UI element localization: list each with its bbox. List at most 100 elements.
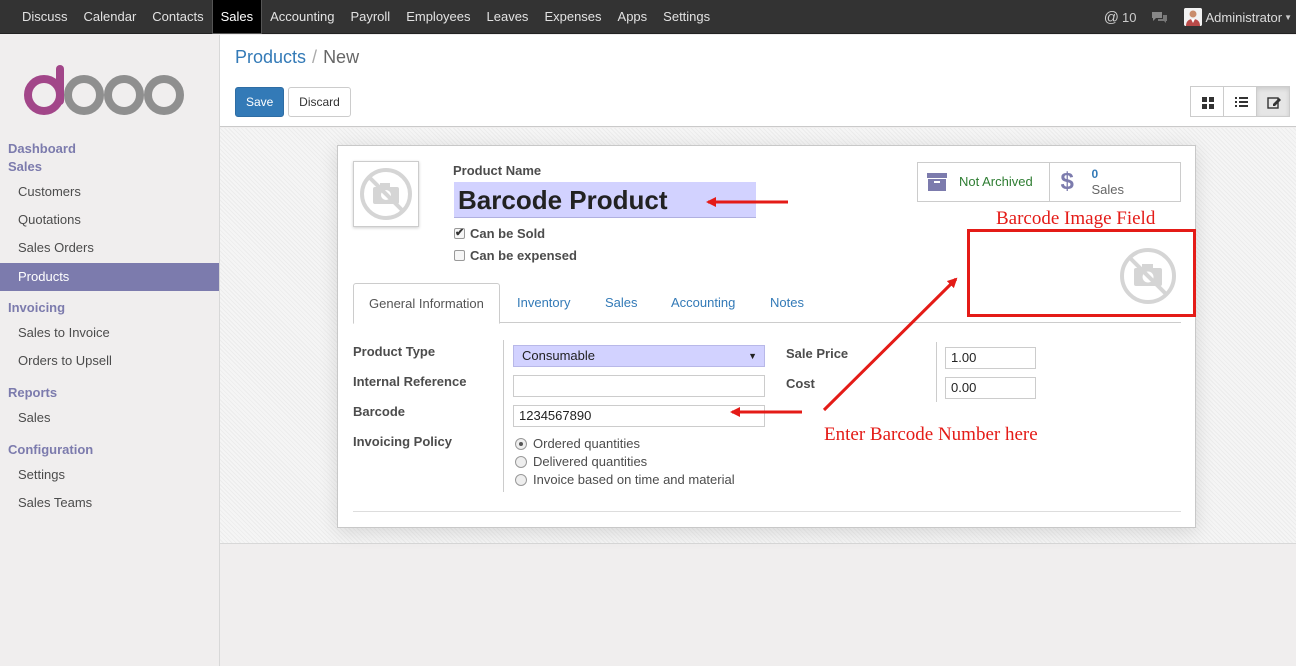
sale-price-label: Sale Price — [786, 346, 849, 361]
grid-icon — [1202, 97, 1214, 109]
can-be-sold-label: Can be Sold — [470, 226, 546, 241]
archive-status: Not Archived — [959, 174, 1033, 189]
product-name-label: Product Name — [453, 163, 542, 178]
radio-delivered-label: Delivered quantities — [533, 454, 648, 469]
menu-calendar[interactable]: Calendar — [76, 0, 145, 34]
no-camera-icon — [1120, 248, 1176, 304]
barcode-label: Barcode — [353, 404, 406, 419]
menu-sales[interactable]: Sales — [211, 0, 263, 34]
form-sheet: Product Name Barcode Product Can be Sold… — [337, 145, 1196, 528]
sidebar-dashboard[interactable]: Dashboard — [8, 141, 76, 156]
caret-down-icon[interactable]: ▼ — [1284, 13, 1292, 22]
product-name-input[interactable]: Barcode Product — [454, 182, 756, 218]
sidebar-item-sales-orders[interactable]: Sales Orders — [0, 234, 219, 262]
can-be-expensed-label: Can be expensed — [470, 248, 577, 263]
archive-button[interactable]: Not Archived — [918, 163, 1050, 201]
mentions-indicator[interactable]: @ 10 — [1104, 9, 1137, 26]
sidebar-section-reports: Reports — [8, 385, 58, 400]
menu-accounting[interactable]: Accounting — [262, 0, 342, 34]
mentions-count: 10 — [1122, 9, 1137, 25]
sidebar-item-products[interactable]: Products — [0, 263, 219, 291]
cost-label: Cost — [786, 376, 815, 391]
save-button[interactable]: Save — [235, 87, 284, 117]
discard-button[interactable]: Discard — [288, 87, 351, 117]
tab-sales[interactable]: Sales — [590, 283, 653, 324]
sidebar: Dashboard Sales Customers Quotations Sal… — [0, 35, 220, 666]
tab-inventory[interactable]: Inventory — [502, 283, 585, 324]
invoicing-option-time-material[interactable]: Invoice based on time and material — [515, 472, 735, 487]
can-be-sold-field[interactable]: Can be Sold — [454, 226, 545, 241]
sale-price-input[interactable]: 1.00 — [945, 347, 1036, 369]
user-name[interactable]: Administrator — [1206, 10, 1283, 25]
invoicing-policy-label: Invoicing Policy — [353, 434, 452, 449]
kanban-view-button[interactable] — [1190, 86, 1224, 117]
sidebar-section-invoicing: Invoicing — [8, 300, 66, 315]
sales-count: 0 — [1091, 167, 1099, 181]
sidebar-item-sales-teams[interactable]: Sales Teams — [0, 489, 219, 517]
can-be-expensed-field[interactable]: Can be expensed — [454, 248, 577, 263]
user-avatar[interactable] — [1183, 8, 1202, 26]
sidebar-item-reports-sales[interactable]: Sales — [0, 404, 219, 432]
tab-notes[interactable]: Notes — [755, 283, 819, 324]
smart-buttons: Not Archived $ 0 Sales — [917, 162, 1181, 202]
radio-ordered[interactable] — [515, 437, 527, 450]
can-be-sold-checkbox[interactable] — [454, 226, 465, 239]
view-switcher — [1190, 86, 1290, 117]
invoicing-option-ordered[interactable]: Ordered quantities — [515, 436, 640, 451]
sidebar-section-configuration: Configuration — [8, 442, 94, 457]
breadcrumb: Products / New — [235, 47, 359, 68]
can-be-expensed-checkbox[interactable] — [454, 250, 465, 261]
product-type-select[interactable]: Consumable ▼ — [513, 345, 765, 367]
sheet-footer-divider — [353, 511, 1181, 512]
sidebar-item-orders-to-upsell[interactable]: Orders to Upsell — [0, 347, 219, 375]
barcode-image-field[interactable] — [967, 229, 1196, 317]
menu-leaves[interactable]: Leaves — [479, 0, 537, 34]
price-divider — [936, 342, 937, 402]
sidebar-item-quotations[interactable]: Quotations — [0, 206, 219, 234]
breadcrumb-separator: / — [312, 47, 318, 67]
odoo-logo — [24, 65, 184, 115]
sales-count-button[interactable]: $ 0 Sales — [1050, 163, 1181, 201]
edit-icon — [1267, 97, 1281, 109]
sidebar-item-customers[interactable]: Customers — [0, 178, 219, 206]
invoicing-option-delivered[interactable]: Delivered quantities — [515, 454, 647, 469]
list-icon — [1235, 97, 1248, 107]
list-view-button[interactable] — [1223, 86, 1257, 117]
dollar-icon: $ — [1060, 168, 1074, 195]
menu-expenses[interactable]: Expenses — [536, 0, 609, 34]
control-panel: Products / New Save Discard — [220, 35, 1296, 127]
chat-icon[interactable] — [1151, 11, 1168, 23]
breadcrumb-current: New — [323, 47, 360, 67]
breadcrumb-products[interactable]: Products — [235, 47, 306, 67]
no-camera-icon — [360, 168, 412, 220]
sidebar-item-sales-to-invoice[interactable]: Sales to Invoice — [0, 319, 219, 347]
sales-count-label: Sales — [1091, 182, 1125, 197]
menu-employees[interactable]: Employees — [398, 0, 478, 34]
menu-payroll[interactable]: Payroll — [342, 0, 398, 34]
menu-contacts[interactable]: Contacts — [144, 0, 211, 34]
radio-delivered[interactable] — [515, 455, 527, 468]
page-bottom — [220, 545, 1296, 666]
tab-general-information[interactable]: General Information — [353, 283, 500, 324]
menu-apps[interactable]: Apps — [610, 0, 656, 34]
label-divider — [503, 340, 504, 492]
radio-ordered-label: Ordered quantities — [533, 436, 640, 451]
sidebar-item-settings[interactable]: Settings — [0, 461, 219, 489]
internal-reference-input[interactable] — [513, 375, 765, 397]
tab-accounting[interactable]: Accounting — [656, 283, 750, 324]
top-navbar: Discuss Calendar Contacts Sales Accounti… — [0, 0, 1296, 34]
product-type-value: Consumable — [522, 348, 595, 363]
systray: @ 10 Administrator ▼ — [1104, 0, 1296, 34]
cost-input[interactable]: 0.00 — [945, 377, 1036, 399]
radio-time-material[interactable] — [515, 473, 527, 486]
menu-discuss[interactable]: Discuss — [14, 0, 76, 34]
form-view-button[interactable] — [1256, 86, 1290, 117]
internal-reference-label: Internal Reference — [353, 374, 467, 389]
menu-settings[interactable]: Settings — [655, 0, 718, 34]
archive-icon — [927, 173, 947, 191]
at-icon: @ — [1103, 8, 1120, 26]
product-image-field[interactable] — [353, 161, 419, 227]
barcode-input[interactable]: 1234567890 — [513, 405, 765, 427]
sidebar-section-sales: Sales — [8, 159, 42, 174]
product-type-label: Product Type — [353, 344, 436, 359]
